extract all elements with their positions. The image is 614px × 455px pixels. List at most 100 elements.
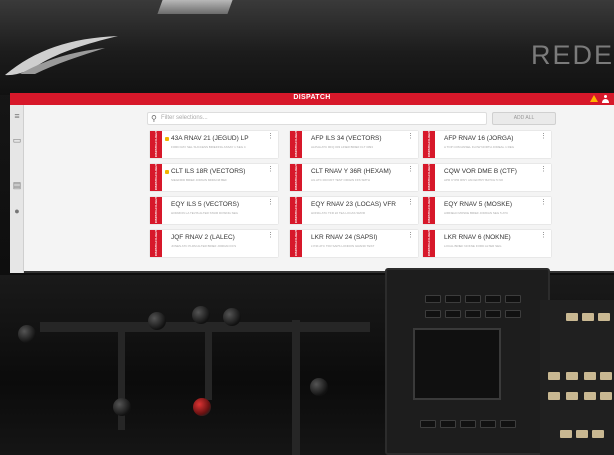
- procedure-card[interactable]: DISPATCH FLIGHT EQY RNAV 23 (LOCAS) VFR HO…: [290, 197, 418, 224]
- procedure-card[interactable]: DISPATCH FLIGHT AFP RNAV 16 (JORGA) A TOP …: [423, 131, 551, 158]
- panel-key[interactable]: [566, 313, 578, 321]
- more-options-icon[interactable]: ⋮: [540, 133, 547, 140]
- procedure-subtitle: ALPHA ATC RFQ 003 LINER BRIEF FLT 3093: [311, 145, 373, 149]
- fmc-key[interactable]: [425, 295, 441, 303]
- fmc-key[interactable]: [420, 420, 436, 428]
- control-knob[interactable]: [18, 325, 36, 343]
- more-options-icon[interactable]: ⋮: [407, 232, 414, 239]
- more-options-icon[interactable]: ⋮: [540, 166, 547, 173]
- user-icon[interactable]: [602, 95, 609, 103]
- more-options-icon[interactable]: ⋮: [407, 199, 414, 206]
- more-options-icon[interactable]: ⋮: [540, 199, 547, 206]
- fmc-key[interactable]: [465, 310, 481, 318]
- fmc-key[interactable]: [480, 420, 496, 428]
- fmc-key[interactable]: [465, 295, 481, 303]
- fmc-key[interactable]: [485, 310, 501, 318]
- red-control-knob[interactable]: [193, 398, 211, 416]
- chart-icon[interactable]: ▤: [12, 180, 22, 190]
- dispatch-flight-tab[interactable]: DISPATCH FLIGHT: [150, 230, 162, 257]
- procedure-subtitle: FORD RAY SEL SUCCESS BRIEFING ASSAY 1 SE…: [171, 145, 246, 149]
- panel-key[interactable]: [600, 372, 612, 380]
- dispatch-flight-tab[interactable]: DISPATCH FLIGHT: [423, 230, 435, 257]
- more-options-icon[interactable]: ⋮: [407, 166, 414, 173]
- panel-key[interactable]: [566, 392, 578, 400]
- procedure-card[interactable]: DISPATCH FLIGHT AFP ILS 34 (VECTORS) ALPHA…: [290, 131, 418, 158]
- dispatch-flight-label: DISPATCH FLIGHT: [154, 229, 158, 257]
- dispatch-flight-tab[interactable]: DISPATCH FLIGHT: [290, 230, 302, 257]
- more-options-icon[interactable]: ⋮: [267, 166, 274, 173]
- procedure-name: EQY ILS 5 (VECTORS): [171, 201, 240, 208]
- mount-post: [292, 320, 300, 455]
- fmc-key[interactable]: [500, 420, 516, 428]
- panel-key[interactable]: [584, 392, 596, 400]
- procedure-card[interactable]: DISPATCH FLIGHT EQY RNAV 5 (MOSKE) AIRFIEL…: [423, 197, 551, 224]
- fmc-key[interactable]: [460, 420, 476, 428]
- dispatch-flight-tab[interactable]: DISPATCH FLIGHT: [290, 131, 302, 158]
- more-options-icon[interactable]: ⋮: [267, 133, 274, 140]
- panel-key[interactable]: [548, 372, 560, 380]
- dispatch-flight-tab[interactable]: DISPATCH FLIGHT: [290, 164, 302, 191]
- procedure-card[interactable]: DISPATCH FLIGHT JQF RNAV 2 (LALEC) JONES A…: [150, 230, 278, 257]
- dispatch-flight-tab[interactable]: DISPATCH FLIGHT: [150, 164, 162, 191]
- dispatch-flight-label: DISPATCH FLIGHT: [154, 196, 158, 224]
- fmc-key[interactable]: [505, 310, 521, 318]
- procedure-card[interactable]: DISPATCH FLIGHT CQW VOR DME B (CTF) APR CY…: [423, 164, 551, 191]
- dispatch-flight-label: DISPATCH FLIGHT: [294, 196, 298, 224]
- fmc-key[interactable]: [425, 310, 441, 318]
- panel-key[interactable]: [600, 392, 612, 400]
- dispatch-flight-tab[interactable]: DISPATCH FLIGHT: [150, 197, 162, 224]
- fmc-key[interactable]: [445, 310, 461, 318]
- fmc-key[interactable]: [505, 295, 521, 303]
- control-knob[interactable]: [192, 306, 210, 324]
- location-icon[interactable]: ●: [12, 206, 22, 216]
- fmc-key[interactable]: [445, 295, 461, 303]
- procedure-card[interactable]: DISPATCH FLIGHT CLT RNAV Y 36R (HEXAM) AIL…: [290, 164, 418, 191]
- dispatch-flight-label: DISPATCH FLIGHT: [427, 196, 431, 224]
- panel-key[interactable]: [560, 430, 572, 438]
- panel-key[interactable]: [582, 313, 594, 321]
- more-options-icon[interactable]: ⋮: [407, 133, 414, 140]
- procedure-name: 43A RNAV 21 (JEGUD) LP: [171, 135, 249, 142]
- add-all-button[interactable]: ADD ALL: [492, 112, 556, 125]
- more-options-icon[interactable]: ⋮: [267, 199, 274, 206]
- dispatch-flight-tab[interactable]: DISPATCH FLIGHT: [290, 197, 302, 224]
- dispatch-flight-tab[interactable]: DISPATCH FLIGHT: [423, 131, 435, 158]
- procedure-card[interactable]: DISPATCH FLIGHT CLT ILS 18R (VECTORS) SIEG…: [150, 164, 278, 191]
- procedure-subtitle: A TOP COM ANSEL FLOW NORTH JOREAL 1 REG: [444, 145, 515, 149]
- panel-key[interactable]: [592, 430, 604, 438]
- dispatch-flight-label: DISPATCH FLIGHT: [294, 229, 298, 257]
- warning-icon[interactable]: [590, 95, 598, 102]
- search-icon: ⚲: [151, 114, 157, 123]
- control-knob[interactable]: [310, 378, 328, 396]
- control-knob[interactable]: [223, 308, 241, 326]
- panel-key[interactable]: [548, 392, 560, 400]
- status-flag-icon: [165, 137, 169, 141]
- procedure-card[interactable]: DISPATCH FLIGHT LKR RNAV 6 (NOKNE) LOCAL B…: [423, 230, 551, 257]
- control-knob[interactable]: [148, 312, 166, 330]
- search-field[interactable]: ⚲ Filter selections...: [147, 112, 487, 125]
- sidebar: ≡ ▭ ▤ ●: [10, 105, 24, 273]
- dispatch-flight-label: DISPATCH FLIGHT: [154, 163, 158, 191]
- more-options-icon[interactable]: ⋮: [267, 232, 274, 239]
- procedure-subtitle: AIL ATC 003 RFT TEST ORIGIN FFS SMTH: [311, 178, 371, 182]
- fmc-key[interactable]: [440, 420, 456, 428]
- dispatch-flight-tab[interactable]: DISPATCH FLIGHT: [150, 131, 162, 158]
- procedure-name: AFP ILS 34 (VECTORS): [311, 135, 382, 142]
- procedure-card[interactable]: DISPATCH FLIGHT EQY ILS 5 (VECTORS) HORIZO…: [150, 197, 278, 224]
- more-options-icon[interactable]: ⋮: [540, 232, 547, 239]
- dispatch-flight-tab[interactable]: DISPATCH FLIGHT: [423, 197, 435, 224]
- procedure-name: CLT ILS 18R (VECTORS): [171, 168, 246, 175]
- panel-key[interactable]: [566, 372, 578, 380]
- procedure-name: JQF RNAV 2 (LALEC): [171, 234, 235, 241]
- dispatch-flight-tab[interactable]: DISPATCH FLIGHT: [423, 164, 435, 191]
- panel-key[interactable]: [584, 372, 596, 380]
- control-knob[interactable]: [113, 398, 131, 416]
- procedure-card[interactable]: DISPATCH FLIGHT LKR RNAV 24 (SAPSI) LYNK A…: [290, 230, 418, 257]
- menu-icon[interactable]: ≡: [12, 111, 22, 121]
- panel-key[interactable]: [576, 430, 588, 438]
- procedure-name: LKR RNAV 6 (NOKNE): [444, 234, 511, 241]
- panel-key[interactable]: [598, 313, 610, 321]
- monitor-icon[interactable]: ▭: [12, 135, 22, 145]
- fmc-key[interactable]: [485, 295, 501, 303]
- procedure-card[interactable]: DISPATCH FLIGHT 43A RNAV 21 (JEGUD) LP FOR…: [150, 131, 278, 158]
